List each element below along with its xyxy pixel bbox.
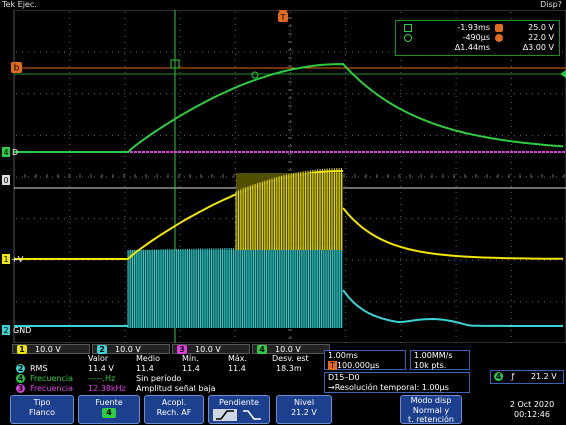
ch3-scale-badge[interactable]: 3 10.0 V [172, 344, 250, 354]
cursor-dv: Δ3.00 V [522, 43, 554, 52]
cursor-t1: -1.93ms [457, 23, 490, 32]
meas-row3-name: Frecuencia [30, 384, 74, 393]
marker-ch2-num: 2 [3, 326, 8, 335]
softkey-tipo-value: Flanco [28, 408, 56, 417]
softkey-fuente[interactable]: Fuente 4 [78, 395, 140, 424]
softkey-acopl-label: Acopl. [161, 398, 187, 407]
softkey-nivel-value: 21.2 V [291, 408, 317, 417]
cursor-v1: 25.0 V [528, 23, 554, 32]
cursor-readout: -1.93ms 25.0 V -490µs 22.0 V Δ1.44ms Δ3.… [395, 20, 560, 56]
marker-zero: 0 [2, 175, 10, 185]
trigger-slope-icon: ƒ [511, 372, 515, 381]
marker-ch1-num: 1 [3, 255, 8, 264]
marker-ch1-v-text: +V [11, 255, 24, 264]
date: 2 Oct 2020 [509, 400, 555, 409]
softkey-tipo[interactable]: Tipo Flanco [10, 395, 74, 424]
cursor-dt: Δ1.44ms [454, 43, 490, 52]
cursor-t2: -490µs [462, 33, 490, 42]
sample-rate: 1.00MM/s [414, 351, 453, 360]
cursor-b-circle-icon [495, 34, 503, 42]
date-time: 2 Oct 2020 00:12:46 [500, 400, 564, 424]
ch4-badge-num: 4 [257, 345, 267, 354]
display-status: Disp? [540, 0, 562, 9]
record-length: 10k pts. [414, 361, 447, 370]
meas-header-max: Máx. [228, 354, 248, 363]
meas-header-desv: Desv. est [272, 354, 309, 363]
status-bar: Tek Ejec. Disp? [0, 0, 566, 10]
ch2-scale: 10.0 V [115, 345, 141, 354]
meas-row3-valor: 12.38kHz [88, 384, 126, 393]
softkey-nivel[interactable]: Nivel 21.2 V [276, 395, 332, 424]
cursor-a-square-icon [404, 24, 412, 32]
softkey-bar: Tipo Flanco Fuente 4 Acopl. Rech. AF Pen… [0, 394, 566, 425]
ch3-scale: 10.0 V [195, 345, 221, 354]
cursor-b-square-icon [495, 24, 503, 32]
marker-zero-text: 0 [3, 176, 8, 185]
meas-row3-note: Amplitud señal baja [136, 384, 216, 393]
timebase-position: 100.000µs [336, 361, 380, 370]
softkey-pendiente[interactable]: Pendiente [208, 395, 270, 424]
trigger-readout[interactable]: 4 ƒ 21.2 V [490, 370, 564, 384]
ch2-scale-badge[interactable]: 2 10.0 V [92, 344, 170, 354]
ch1-scale-badge[interactable]: 1 10.0 V [12, 344, 90, 354]
softkey-fuente-label: Fuente [95, 398, 123, 407]
meas-row1-desv: 18.3m [276, 364, 302, 373]
meas-row1-max: 11.4 [228, 364, 246, 373]
ch4-scale-badge[interactable]: 4 10.0 V [252, 344, 330, 354]
meas-row1-valor: 11.4 V [88, 364, 114, 373]
meas-row1-name: RMS [30, 364, 48, 373]
softkey-pendiente-label: Pendiente [219, 398, 259, 407]
softkey-modo-disp[interactable]: Modo disp Normal y t. retención [400, 395, 462, 424]
meas-row2-ch: 4 [16, 374, 25, 383]
acq-mode: Ejec. [17, 0, 37, 9]
marker-ch2-gnd-text: GND [13, 326, 31, 335]
brand-label: Tek [2, 0, 16, 9]
meas-row3-ch: 3 [16, 384, 25, 393]
ch2-badge-num: 2 [97, 345, 107, 354]
softkey-fuente-value: 4 [102, 408, 116, 418]
marker-b-text: b [14, 64, 20, 74]
trigger-level: 21.2 V [530, 372, 557, 381]
ch1-badge-num: 1 [17, 345, 27, 354]
meas-row2-note: Sin período [136, 374, 182, 383]
digital-range: D15–D0 [328, 373, 360, 382]
ch4-scale: 10.0 V [275, 345, 301, 354]
sample-rate-box[interactable]: 1.00MM/s 10k pts. [410, 350, 470, 370]
cursor-v2: 22.0 V [528, 33, 554, 42]
slope-selector[interactable] [211, 408, 267, 422]
falling-edge-icon[interactable] [243, 410, 261, 420]
ch1-scale: 10.0 V [35, 345, 61, 354]
digital-resolution: →Resolución temporal: 1.00µs [328, 383, 449, 392]
meas-row2-name: Frecuencia [30, 374, 74, 383]
time: 00:12:46 [514, 410, 550, 419]
measurement-panel: 1 10.0 V 2 10.0 V 3 10.0 V 4 10.0 V Valor Me… [0, 344, 566, 394]
marker-b[interactable]: b [11, 62, 22, 74]
marker-d-text: D [12, 148, 18, 157]
softkey-modo-value2: t. retención [408, 415, 454, 424]
softkey-acopl[interactable]: Acopl. Rech. AF [144, 395, 204, 424]
softkey-nivel-label: Nivel [293, 398, 315, 407]
meas-row1-min: 11.4 [182, 364, 200, 373]
softkey-tipo-label: Tipo [33, 398, 51, 407]
meas-header-valor: Valor [88, 354, 109, 363]
meas-row2-valor: -----.Hz [88, 374, 116, 383]
digital-box[interactable]: D15–D0 →Resolución temporal: 1.00µs [324, 372, 470, 393]
ch3-badge-num: 3 [177, 345, 187, 354]
softkey-acopl-value: Rech. AF [156, 408, 192, 417]
meas-header-medio: Medio [136, 354, 161, 363]
trigger-position-text: T [280, 13, 286, 22]
trigger-source-chip: 4 [494, 372, 503, 381]
timebase-box[interactable]: 1.00ms T 100.000µs [324, 350, 406, 370]
meas-header-min: Mín. [182, 354, 199, 363]
timebase-scale: 1.00ms [328, 351, 358, 360]
meas-row1-ch: 2 [16, 364, 25, 373]
marker-ch1[interactable]: 1 +V [2, 254, 24, 264]
marker-ch2[interactable]: 2 GND [2, 325, 31, 335]
meas-row1-medio: 11.4 [136, 364, 154, 373]
marker-ch4-num: 4 [3, 148, 8, 157]
cursor-a-circle-icon [404, 34, 412, 42]
waveform-display[interactable]: b 4 D 0 1 +V 2 GND T [0, 10, 566, 343]
softkey-modo-label: Modo disp [410, 396, 452, 405]
trigger-t-icon: T [328, 361, 337, 370]
